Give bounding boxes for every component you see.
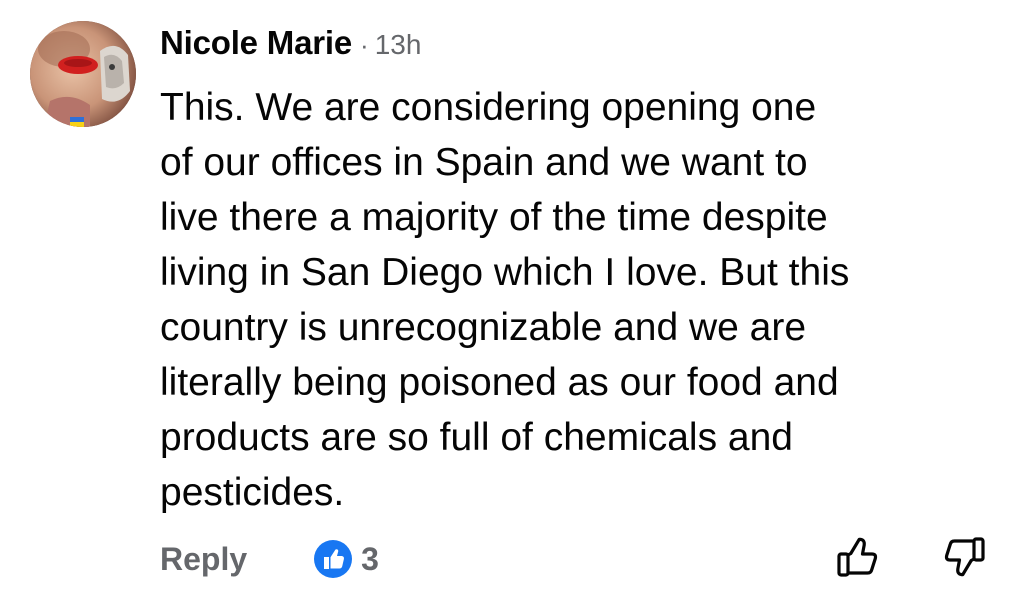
avatar-image — [30, 21, 136, 127]
like-reaction-icon — [314, 540, 353, 578]
upvote-button[interactable] — [834, 533, 882, 581]
thumbs-down-outline-icon — [944, 537, 985, 577]
reaction-summary[interactable]: 3 — [313, 539, 379, 579]
thumbs-up-outline-icon — [837, 537, 878, 577]
author-avatar[interactable] — [30, 21, 136, 127]
comment-header: Nicole Marie · 13h — [160, 24, 421, 74]
comment: Nicole Marie · 13h This. We are consider… — [0, 0, 1024, 613]
reply-button[interactable]: Reply — [160, 541, 247, 578]
comment-actions: Reply 3 — [160, 534, 379, 584]
timestamp[interactable]: 13h — [375, 29, 422, 61]
separator-dot: · — [360, 30, 369, 60]
downvote-button[interactable] — [940, 533, 988, 581]
reaction-count: 3 — [361, 540, 379, 577]
author-name[interactable]: Nicole Marie — [160, 24, 352, 62]
comment-body: This. We are considering opening one of … — [160, 86, 850, 514]
